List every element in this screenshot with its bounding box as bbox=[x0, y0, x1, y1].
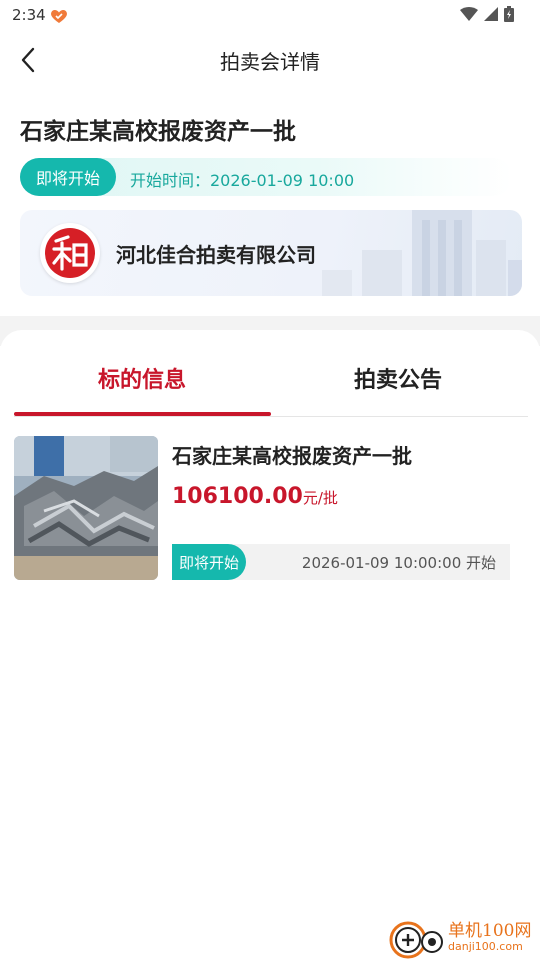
auction-status-row: 即将开始 开始时间：2026-01-09 10:00 bbox=[20, 158, 512, 196]
organizer-logo-icon bbox=[45, 228, 95, 278]
price-unit: 元/批 bbox=[302, 489, 338, 507]
item-title[interactable]: 石家庄某高校报废资产一批 bbox=[172, 440, 412, 469]
auction-start-time: 开始时间：2026-01-09 10:00 bbox=[130, 171, 355, 190]
nav-bar: 拍卖会详情 bbox=[0, 32, 540, 88]
status-badge: 即将开始 bbox=[20, 158, 116, 196]
status-time: 2:34 bbox=[12, 6, 46, 24]
item-status-row: 即将开始 2026-01-09 10:00:00 开始 bbox=[172, 544, 510, 580]
auction-title: 石家庄某高校报废资产一批 bbox=[20, 119, 296, 145]
page-title: 拍卖会详情 bbox=[220, 50, 320, 74]
app-notification-icon bbox=[51, 9, 67, 23]
price-value: 106100.00 bbox=[172, 484, 303, 509]
organizer-name: 河北佳合拍卖有限公司 bbox=[116, 243, 316, 267]
organizer-logo bbox=[40, 223, 100, 283]
active-tab-indicator bbox=[14, 412, 271, 416]
tab-divider bbox=[14, 416, 528, 417]
item-status-badge: 即将开始 bbox=[172, 544, 246, 580]
battery-icon bbox=[504, 6, 514, 22]
watermark-logo-icon bbox=[389, 921, 443, 959]
item-price: 106100.00元/批 bbox=[172, 484, 338, 509]
organizer-card[interactable]: 河北佳合拍卖有限公司 bbox=[20, 210, 522, 296]
status-bar: 2:34 bbox=[0, 0, 540, 32]
watermark-url: danji100.com bbox=[448, 940, 523, 953]
signal-icon bbox=[484, 7, 498, 21]
tab-lot-info[interactable]: 标的信息 bbox=[14, 362, 270, 394]
item-thumbnail[interactable] bbox=[14, 436, 158, 580]
tab-auction-notice[interactable]: 拍卖公告 bbox=[270, 362, 526, 394]
scrap-metal-photo bbox=[14, 436, 158, 580]
item-start-time: 2026-01-09 10:00:00 开始 bbox=[301, 554, 496, 572]
watermark-name: 单机100网 bbox=[448, 921, 532, 941]
status-indicators bbox=[460, 6, 514, 22]
site-watermark: 单机100网 danji100.com bbox=[386, 914, 536, 960]
content-sheet bbox=[0, 330, 540, 960]
wifi-icon bbox=[460, 7, 478, 21]
